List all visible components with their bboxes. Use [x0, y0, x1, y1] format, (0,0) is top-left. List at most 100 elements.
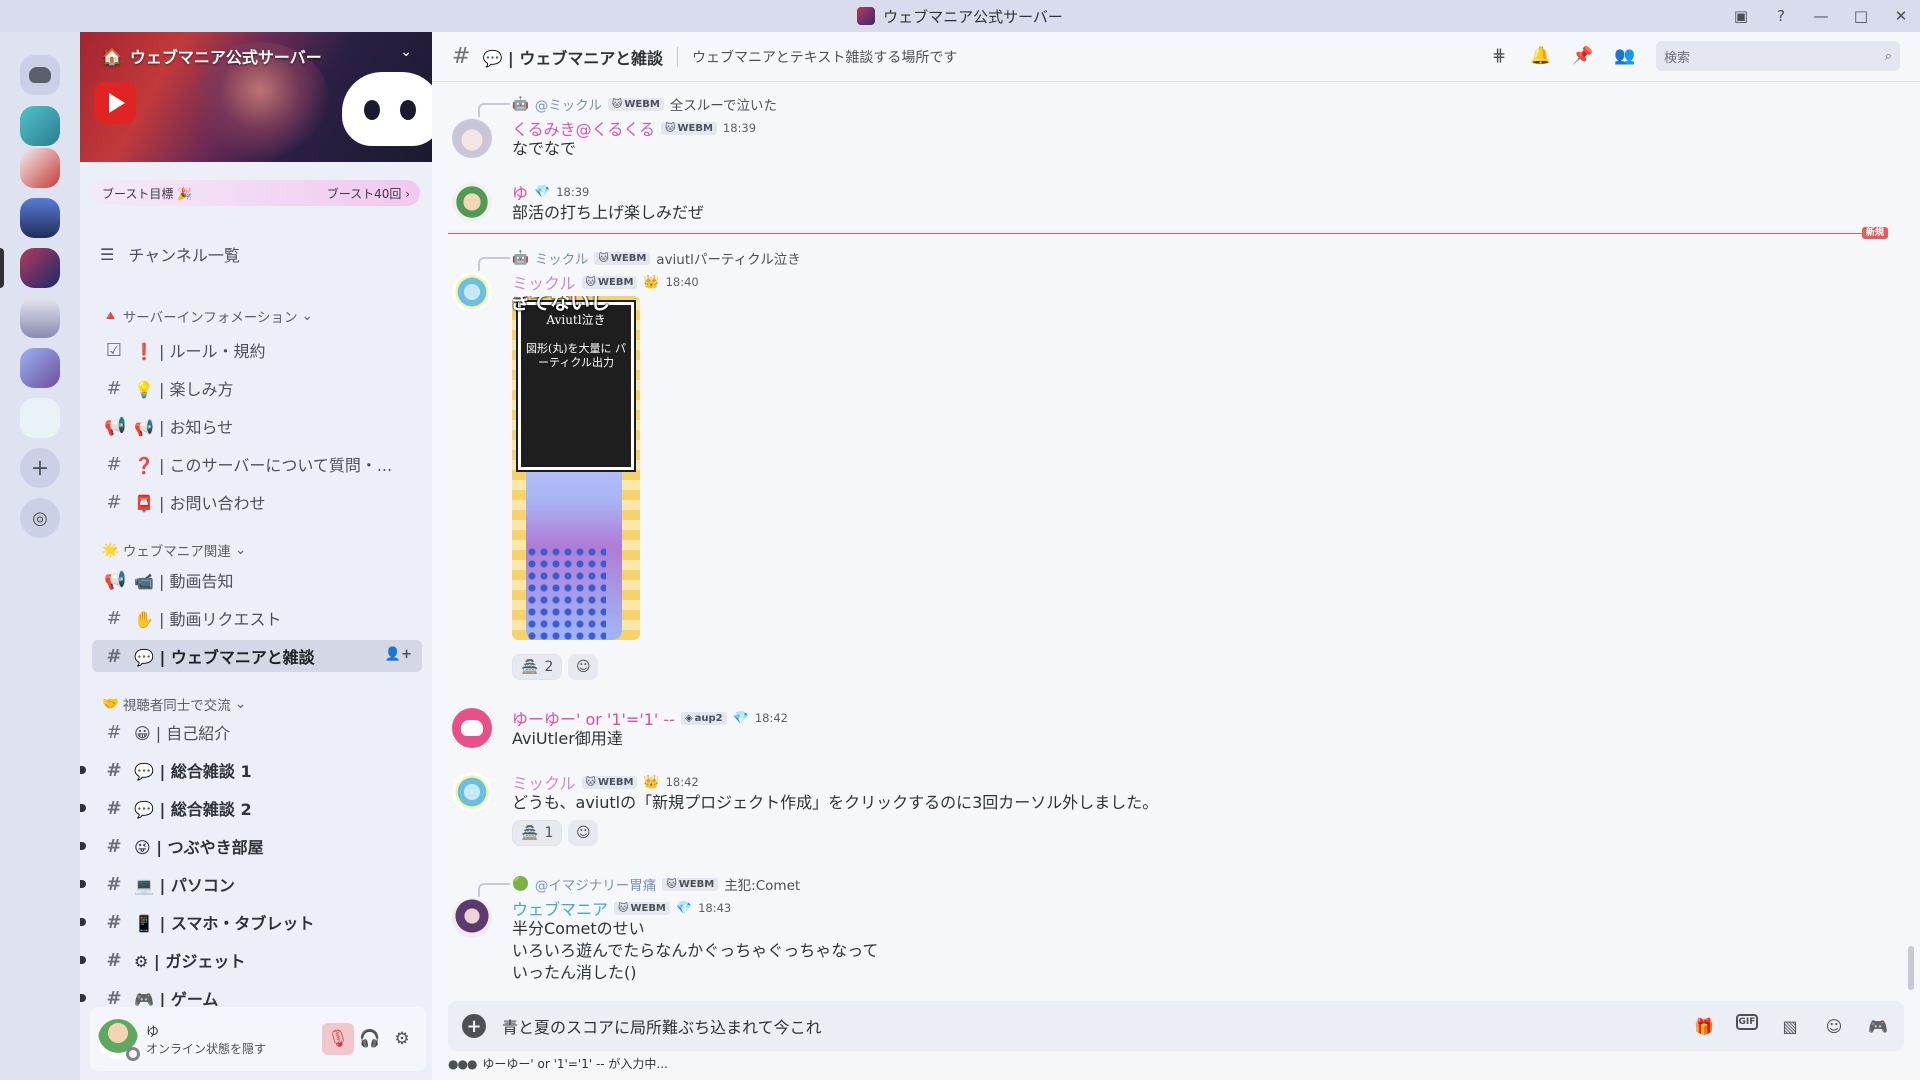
- youtube-icon: [94, 82, 136, 124]
- role-tag: 🐱 WEBM: [607, 97, 664, 111]
- server-name[interactable]: 🏠 ウェブマニア公式サーバー: [102, 44, 322, 68]
- timestamp: 18:39: [556, 185, 590, 199]
- channel-smartphone[interactable]: # 📱 | スマホ・タブレット: [80, 906, 422, 938]
- server-rail: + ◎: [0, 32, 80, 1080]
- server-banner[interactable]: 🏠 ウェブマニア公式サーバー ⌄: [80, 32, 432, 162]
- message-author[interactable]: ウェブマニア: [512, 896, 608, 920]
- channel-contact[interactable]: # 📮 | お問い合わせ: [92, 486, 422, 518]
- server-icon-3[interactable]: [20, 198, 60, 238]
- bell-icon[interactable]: 🔔: [1530, 45, 1552, 67]
- channel-how-to-enjoy[interactable]: # 💡 | 楽しみ方: [92, 372, 422, 404]
- channel-tweets[interactable]: # 😜 | つぶやき部屋: [80, 830, 422, 862]
- channel-gadget[interactable]: # ⚙ | ガジェット: [80, 944, 422, 976]
- pin-icon[interactable]: 📌: [1572, 45, 1594, 67]
- add-member-icon[interactable]: 👤+: [385, 647, 412, 662]
- channel-list-link[interactable]: ☰ チャンネル一覧: [100, 242, 240, 266]
- hash-icon: #: [106, 873, 122, 895]
- explore-servers-icon[interactable]: ◎: [20, 498, 60, 538]
- crown-icon: 👑: [643, 774, 660, 790]
- category-viewer-exchange[interactable]: 🤝 視聴者同士で交流 ⌄: [102, 694, 246, 714]
- hash-icon: #: [106, 377, 122, 399]
- image-attachment[interactable]: Aviutl泣き 図形(丸)を大量に パーティクル出力 きてないし: [512, 296, 640, 640]
- server-icon-5[interactable]: [20, 298, 60, 338]
- sticker-icon[interactable]: ▧: [1778, 1014, 1802, 1038]
- add-reaction-icon[interactable]: ☺: [568, 820, 599, 846]
- activity-gamepad-icon[interactable]: 🎮: [1866, 1014, 1890, 1038]
- channel-general-chat-2[interactable]: # 💬 | 総合雑談 2: [80, 792, 422, 824]
- channel-pc[interactable]: # 💻 | パソコン: [80, 868, 422, 900]
- chevron-down-icon: ⌄: [234, 542, 247, 558]
- close-button[interactable]: ✕: [1890, 5, 1912, 27]
- chevron-down-icon: ⌄: [234, 696, 247, 712]
- attach-plus-icon[interactable]: +: [462, 1014, 486, 1038]
- reply-avatar-icon: 🤖: [512, 250, 529, 266]
- channel-webmania-chat[interactable]: # 💬 | ウェブマニアと雑談 👤+: [92, 640, 422, 672]
- avatar[interactable]: [452, 708, 492, 748]
- add-server-icon[interactable]: +: [20, 448, 60, 488]
- server-icon-2[interactable]: [20, 148, 60, 188]
- emoji-icon[interactable]: ☺: [1822, 1014, 1846, 1038]
- threads-icon[interactable]: ⋕: [1488, 45, 1510, 67]
- avatar[interactable]: [452, 272, 492, 312]
- message-author[interactable]: ミックル: [512, 270, 576, 294]
- headphones-button[interactable]: 🎧: [354, 1023, 386, 1055]
- channel-topic[interactable]: ウェブマニアとテキスト雑談する場所です: [677, 46, 957, 67]
- server-icon-1[interactable]: [20, 106, 60, 146]
- avatar[interactable]: [452, 118, 492, 158]
- message-composer[interactable]: + 青と夏のスコアに局所難ぶち込まれて今これ 🎁 GIF ▧ ☺ 🎮: [448, 1001, 1904, 1051]
- home-icon: 🏠: [102, 46, 122, 66]
- gift-icon[interactable]: 🎁: [1692, 1014, 1716, 1038]
- user-panel: ゆ オンライン状態を隠す 🎙 🎧 ⚙: [90, 1007, 426, 1071]
- inbox-icon[interactable]: ▣: [1730, 5, 1752, 27]
- chat-scrollbar[interactable]: [1908, 946, 1914, 990]
- new-messages-divider: 新規: [448, 227, 1888, 239]
- category-webmania[interactable]: 🌟 ウェブマニア関連 ⌄: [102, 540, 246, 560]
- add-reaction-icon[interactable]: ☺: [568, 654, 599, 680]
- channel-self-intro[interactable]: # 😀 | 自己紹介: [92, 716, 422, 748]
- typing-dots-icon: ●●●: [448, 1056, 477, 1071]
- list-icon: ☰: [100, 244, 115, 264]
- reaction-emoji-icon: 🏯: [521, 825, 539, 841]
- message-author[interactable]: ゆーゆー' or '1'='1' --: [512, 706, 675, 730]
- message-text: 部活の打ち上げ楽しみだぜ: [512, 203, 705, 222]
- avatar[interactable]: [452, 182, 492, 222]
- message-author[interactable]: ゆ: [512, 180, 528, 204]
- role-tag: 🐱 WEBM: [594, 251, 651, 265]
- reply-reference[interactable]: 🤖 ミックル 🐱 WEBM aviutlパーティクル泣き: [478, 248, 801, 271]
- boost-goal-bar[interactable]: ブースト目標 🎉 ブースト40回 ›: [92, 180, 420, 206]
- channel-video-notice[interactable]: 📢 📹 | 動画告知: [92, 564, 422, 596]
- discord-home-icon[interactable]: [20, 55, 60, 95]
- reply-reference[interactable]: 🤖 @ミックル 🐱 WEBM 全スルーで泣いた: [478, 94, 777, 117]
- message-author[interactable]: ミックル: [512, 770, 576, 794]
- channel-general-chat-1[interactable]: # 💬 | 総合雑談 1: [80, 754, 422, 786]
- reply-reference[interactable]: 🟢 @イマジナリー胃痛 🐱 WEBM 主犯:Comet: [477, 874, 800, 897]
- search-input[interactable]: 検索 ⌕: [1656, 41, 1900, 71]
- reaction-button[interactable]: 🏯 2: [512, 654, 563, 680]
- category-server-info[interactable]: 🔺 サーバーインフォメーション ⌄: [102, 306, 313, 326]
- mute-mic-button[interactable]: 🎙: [322, 1023, 354, 1055]
- avatar[interactable]: [98, 1019, 140, 1061]
- chevron-down-icon[interactable]: ⌄: [400, 44, 412, 60]
- settings-gear-icon[interactable]: ⚙: [386, 1023, 418, 1055]
- avatar[interactable]: [452, 898, 492, 938]
- user-names[interactable]: ゆ オンライン状態を隠す: [146, 1021, 322, 1057]
- reaction-button[interactable]: 🏯 1: [512, 820, 563, 846]
- channel-rules[interactable]: ☑ ❗ | ルール・規約: [92, 334, 422, 366]
- server-icon-6[interactable]: [20, 348, 60, 388]
- search-icon: ⌕: [1884, 48, 1892, 64]
- gif-icon[interactable]: GIF: [1736, 1014, 1758, 1030]
- channel-server-questions[interactable]: # ❓ | このサーバーについて質問・...: [92, 448, 422, 480]
- members-icon[interactable]: 👥: [1614, 45, 1636, 67]
- message-author[interactable]: くるみき@くるくる: [512, 116, 655, 140]
- attachment-particles: [526, 546, 606, 640]
- avatar[interactable]: [452, 772, 492, 812]
- message-input[interactable]: 青と夏のスコアに局所難ぶち込まれて今これ: [502, 1014, 1692, 1038]
- server-icon-7[interactable]: [20, 398, 60, 438]
- channel-announcements[interactable]: 📢 📢 | お知らせ: [92, 410, 422, 442]
- maximize-button[interactable]: □: [1850, 5, 1872, 27]
- reply-text: 全スルーで泣いた: [669, 98, 777, 114]
- minimize-button[interactable]: —: [1810, 5, 1832, 27]
- channel-video-request[interactable]: # ✋ | 動画リクエスト: [92, 602, 422, 634]
- server-icon-webmania[interactable]: [20, 248, 60, 288]
- help-icon[interactable]: ?: [1770, 5, 1792, 27]
